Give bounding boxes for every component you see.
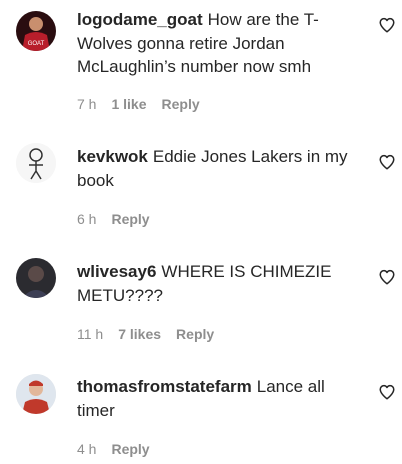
reply-button[interactable]: Reply (162, 96, 200, 112)
comment-text: logodame_goat How are the T-Wolves gonna … (77, 8, 362, 79)
heart-icon[interactable] (378, 268, 396, 286)
comment-text: thomasfromstatefarm Lance all timer (77, 375, 362, 422)
comment-time: 7 h (77, 96, 97, 112)
comment-text: wlivesay6 WHERE IS CHIMEZIE METU???? (77, 260, 362, 307)
heart-icon[interactable] (378, 383, 396, 401)
reply-button[interactable]: Reply (176, 326, 214, 342)
comment-text: kevkwok Eddie Jones Lakers in my book (77, 145, 362, 192)
comment-time: 6 h (77, 211, 97, 227)
comment-username[interactable]: logodame_goat (77, 10, 203, 29)
comment-username[interactable]: kevkwok (77, 147, 148, 166)
avatar[interactable]: GOAT (16, 11, 56, 51)
comment-meta: 4 h Reply (77, 441, 150, 457)
heart-icon[interactable] (378, 16, 396, 34)
comment-username[interactable]: thomasfromstatefarm (77, 377, 252, 396)
comment-time: 11 h (77, 326, 104, 342)
avatar[interactable] (16, 143, 56, 183)
heart-icon[interactable] (378, 153, 396, 171)
svg-text:GOAT: GOAT (28, 41, 45, 47)
likes-count[interactable]: 7 likes (118, 326, 161, 342)
avatar[interactable] (16, 258, 56, 298)
avatar[interactable] (16, 374, 56, 414)
comment-time: 4 h (77, 441, 97, 457)
comment-meta: 7 h 1 like Reply (77, 96, 200, 112)
comment-meta: 11 h 7 likes Reply (77, 326, 214, 342)
comment-username[interactable]: wlivesay6 (77, 262, 156, 281)
likes-count[interactable]: 1 like (111, 96, 146, 112)
reply-button[interactable]: Reply (111, 441, 149, 457)
reply-button[interactable]: Reply (111, 211, 149, 227)
comment-meta: 6 h Reply (77, 211, 150, 227)
